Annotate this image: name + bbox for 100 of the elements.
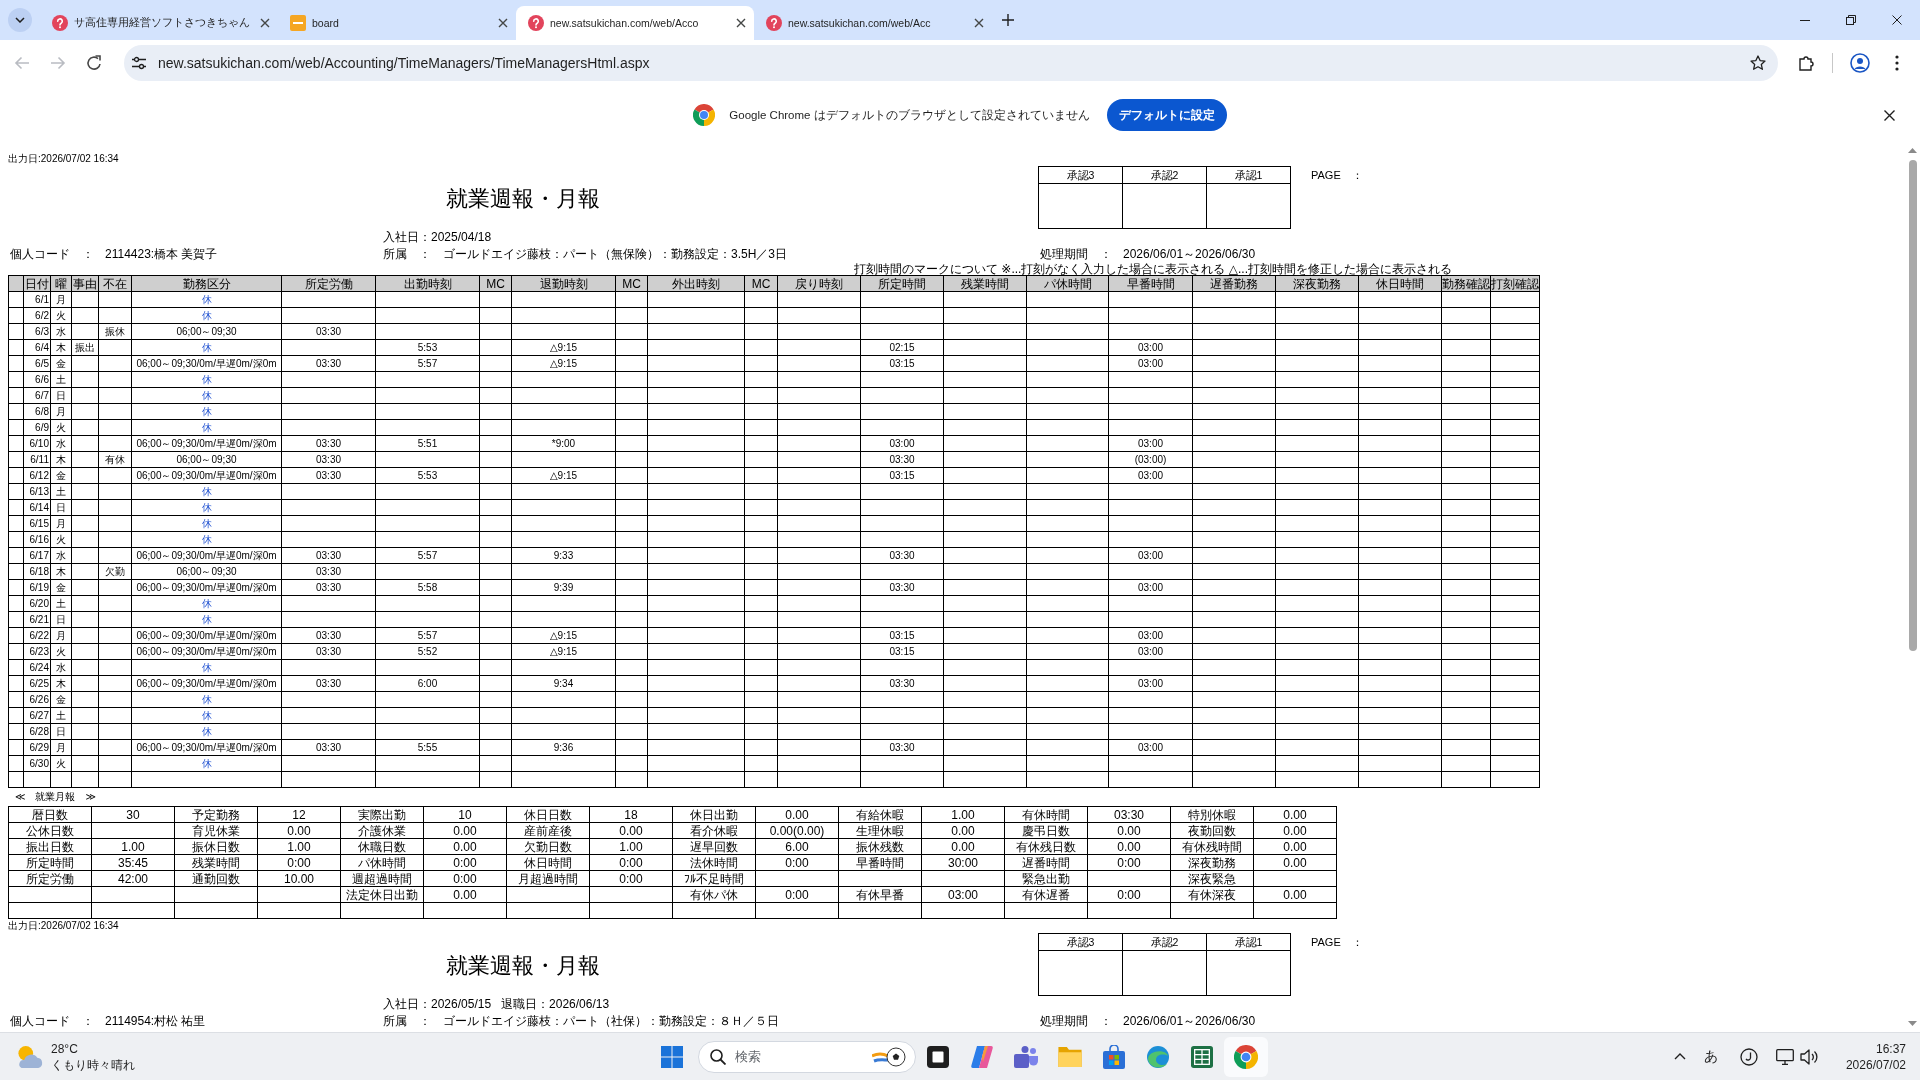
summary-value: 0.00(0.00) <box>755 822 839 839</box>
summary-value: 03:00 <box>921 886 1005 903</box>
table-cell: 06;00～09;30 <box>131 563 282 580</box>
summary-label: 所定時間 <box>8 854 92 871</box>
summary-label: 振出日数 <box>8 838 92 855</box>
table-cell: 金 <box>50 467 72 484</box>
browser-tab[interactable]: board <box>278 6 516 40</box>
previous-link[interactable]: ≪ <box>15 791 26 803</box>
summary-value: 10.00 <box>257 870 341 887</box>
table-cell: 金 <box>50 691 72 708</box>
table-cell: 03:00 <box>1108 435 1193 452</box>
scroll-down-icon[interactable] <box>1908 1021 1917 1026</box>
browser-tab[interactable]: サ高住専用経営ソフトさつきちゃん <box>40 6 278 40</box>
summary-value: 0.00 <box>1253 822 1337 839</box>
kebab-menu-icon[interactable] <box>1895 54 1899 71</box>
summary-value: 6.00 <box>755 838 839 855</box>
clock-date[interactable]: 2026/07/02 <box>1845 1056 1906 1073</box>
field-label: 処理期間 ： <box>1040 1013 1113 1029</box>
table-cell: 6/24 <box>23 659 51 676</box>
sliders-icon[interactable] <box>132 55 146 70</box>
input-mode-indicator[interactable]: あ <box>1703 1047 1718 1066</box>
summary-label: 生理休暇 <box>838 822 922 839</box>
summary-value: 1.00 <box>589 838 673 855</box>
field-label: 個人コード ： <box>10 1013 95 1029</box>
summary-label: 残業時間 <box>174 854 258 871</box>
set-default-button[interactable]: デフォルトに設定 <box>1106 99 1227 131</box>
table-cell: △9:15 <box>511 467 616 484</box>
scrollbar-thumb[interactable] <box>1908 160 1917 651</box>
profile-icon[interactable] <box>1850 52 1870 73</box>
summary-label: 月超過時間 <box>506 870 590 887</box>
table-cell: 休 <box>131 419 282 436</box>
close-icon[interactable] <box>1892 15 1902 25</box>
table-cell: 03:30 <box>281 355 376 372</box>
table-cell: 06;00～09;30/0m/早遅0m/深0m <box>131 467 282 484</box>
table-cell: △9:15 <box>511 355 616 372</box>
table-cell: 振休 <box>98 323 132 340</box>
table-cell: 9:34 <box>511 675 616 692</box>
table-cell: 日 <box>50 723 72 740</box>
close-icon[interactable] <box>736 18 746 28</box>
clock-time[interactable]: 16:37 <box>1875 1040 1906 1057</box>
minimize-icon[interactable] <box>1800 19 1810 21</box>
summary-value: 0:00 <box>755 854 839 871</box>
table-cell: 6/17 <box>23 547 51 564</box>
approval-header: 承認2 <box>1122 166 1207 184</box>
table-cell: 休 <box>131 515 282 532</box>
speaker-icon[interactable] <box>1799 1048 1818 1065</box>
circle-icon[interactable] <box>1739 1047 1758 1066</box>
table-cell: 03:00 <box>1108 579 1193 596</box>
table-cell: 金 <box>50 355 72 372</box>
star-icon[interactable] <box>1750 54 1766 71</box>
table-cell: 03:00 <box>1108 467 1193 484</box>
reload-icon[interactable] <box>86 54 102 71</box>
table-cell: 5:51 <box>375 435 480 452</box>
summary-value: 0.00 <box>921 838 1005 855</box>
table-cell: 03:00 <box>1108 339 1193 356</box>
close-icon[interactable] <box>974 18 984 28</box>
table-cell: 06;00～09;30/0m/早遅0m/深0m <box>131 675 282 692</box>
restore-icon[interactable] <box>1846 15 1856 25</box>
close-icon[interactable] <box>498 18 508 28</box>
close-icon[interactable] <box>260 18 270 28</box>
column-header: 早番時間 <box>1108 275 1193 292</box>
monitor-icon[interactable] <box>1775 1048 1794 1065</box>
start-menu-icon[interactable] <box>661 1045 683 1068</box>
scroll-up-icon[interactable] <box>1908 148 1917 153</box>
next-link[interactable]: ≫ <box>85 791 96 803</box>
table-cell: 木 <box>50 675 72 692</box>
table-cell: 6/13 <box>23 483 51 500</box>
table-cell: 日 <box>50 499 72 516</box>
table-cell: 03:30 <box>281 563 376 580</box>
tab-search-button[interactable] <box>8 8 32 32</box>
table-cell: 06;00～09;30/0m/早遅0m/深0m <box>131 547 282 564</box>
summary-label: 有休残日数 <box>1004 838 1088 855</box>
browser-tab[interactable]: new.satsukichan.com/web/Acco <box>516 6 754 40</box>
table-cell: 6/22 <box>23 627 51 644</box>
table-cell: 03:30 <box>281 643 376 660</box>
summary-value: 0.00 <box>423 838 507 855</box>
page-label: PAGE ： <box>1311 168 1363 182</box>
summary-value: 35:45 <box>91 854 175 871</box>
search-field[interactable]: 検索 <box>698 1040 916 1073</box>
column-header: 所定時間 <box>860 275 944 292</box>
summary-label: 通勤回数 <box>174 870 258 887</box>
summary-label: 法定休日出勤 <box>340 886 424 903</box>
column-header: 外出時刻 <box>647 275 745 292</box>
table-cell: 6/29 <box>23 739 51 756</box>
browser-tab[interactable]: new.satsukichan.com/web/Acc <box>754 6 992 40</box>
puzzle-icon[interactable] <box>1798 53 1816 72</box>
table-cell: 休 <box>131 611 282 628</box>
address-bar[interactable]: new.satsukichan.com/web/Accounting/TimeManagers/TimeManagersHtml.aspx <box>124 44 1778 81</box>
column-header: MC <box>615 275 648 292</box>
plus-icon[interactable] <box>1002 14 1014 26</box>
column-header: 勤務確認 <box>1441 275 1491 292</box>
table-cell: 5:55 <box>375 739 480 756</box>
table-cell: 土 <box>50 595 72 612</box>
table-cell: 03:30 <box>281 547 376 564</box>
summary-label: 実際出勤 <box>340 806 424 823</box>
summary-label: 公休日数 <box>8 822 92 839</box>
field-value: 2026/06/01～2026/06/30 <box>1123 246 1256 262</box>
chevron-up-icon[interactable] <box>1673 1053 1686 1060</box>
date-text: 入社日：2026/05/15 <box>383 996 492 1012</box>
close-icon[interactable] <box>1884 109 1895 121</box>
